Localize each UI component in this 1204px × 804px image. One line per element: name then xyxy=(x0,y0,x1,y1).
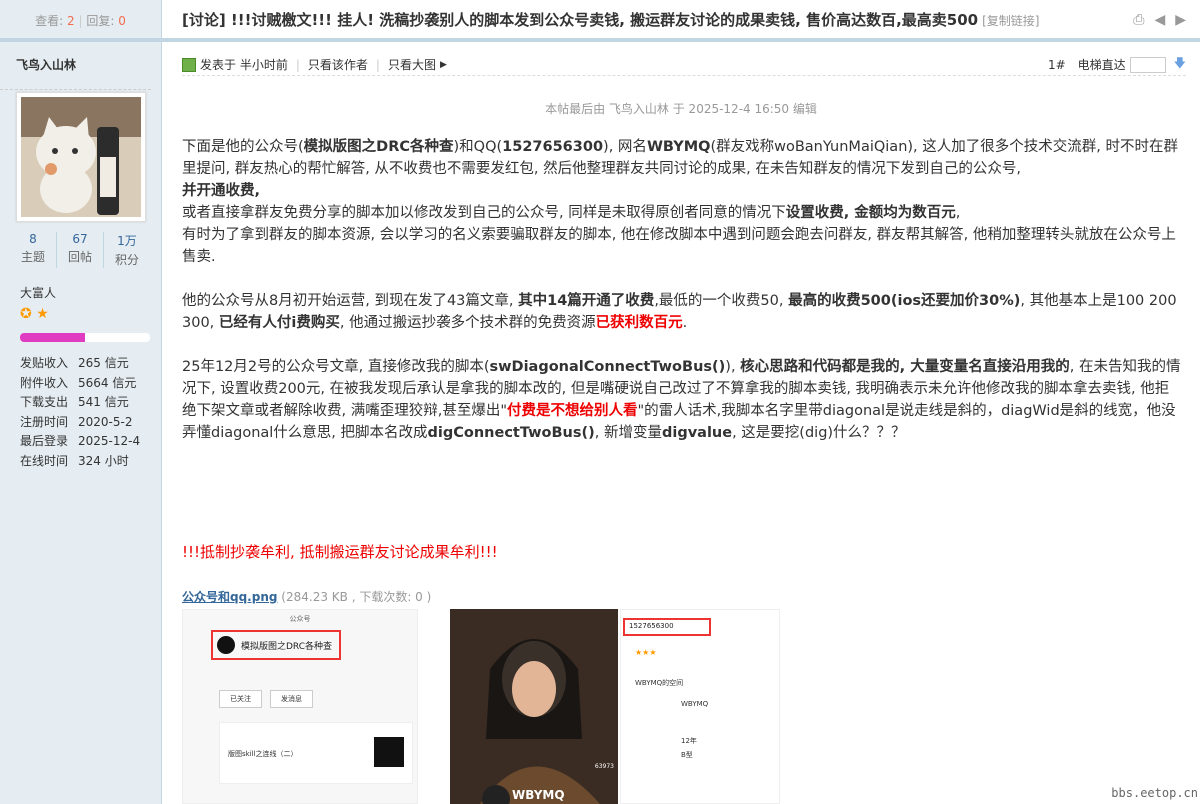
caret-right-icon: ▶ xyxy=(439,59,447,70)
next-thread-icon[interactable]: ▶ xyxy=(1175,12,1186,28)
article-title: 版图skill之连线（二） xyxy=(228,750,298,758)
copy-link[interactable]: [复制链接] xyxy=(982,14,1039,28)
paragraph-5: 25年12月2号的公众号文章, 直接修改我的脚本(swDiagonalConne… xyxy=(182,359,1181,441)
paragraph-3: 有时为了拿到群友的脚本资源, 会以学习的名义索要骗取群友的脚本, 他在修改脚本中… xyxy=(182,227,1176,265)
avatar[interactable] xyxy=(16,92,146,222)
rank-stars: ✪ ★ xyxy=(20,306,49,322)
paragraph-4: 他的公众号从8月初开始运营, 到现在发了43篇文章, 其中14篇开通了收费,最低… xyxy=(182,293,1177,331)
qq-space: WBYMQ的空间 xyxy=(635,679,684,687)
floor-jump-input[interactable] xyxy=(1129,56,1166,73)
profile-photo-pane: WBYMQ 63973 xyxy=(450,609,618,804)
wechat-account-pane: 公众号 模拟版图之DRC各种查 已关注 发消息 版图skill之连线（二） xyxy=(182,609,418,804)
attached-screenshot[interactable]: 公众号 模拟版图之DRC各种查 已关注 发消息 版图skill之连线（二） WB… xyxy=(182,609,782,804)
message-button: 发消息 xyxy=(270,690,313,708)
info-row: 下载支出 541 信元 xyxy=(20,393,140,413)
qq-blood: B型 xyxy=(681,751,693,759)
qq-profile-pane: 1527656300 ★★★ WBYMQ的空间 WBYMQ 12年 B型 xyxy=(620,609,780,804)
level-progress-fill xyxy=(20,333,85,342)
post-time: 发表于 半小时前 xyxy=(200,58,288,72)
info-key: 附件收入 xyxy=(20,375,69,390)
jump-arrow-icon[interactable]: 🡇 xyxy=(1174,54,1186,75)
profile-likes: 63973 xyxy=(594,763,614,770)
online-user-icon xyxy=(182,57,196,72)
info-row: 附件收入 5664 信元 xyxy=(20,374,140,394)
info-value: 324 小时 xyxy=(78,453,129,468)
prev-thread-icon[interactable]: ◀ xyxy=(1154,12,1165,28)
account-actions: 已关注 发消息 xyxy=(219,690,313,708)
info-value: 541 信元 xyxy=(78,395,129,409)
info-key: 注册时间 xyxy=(20,414,69,429)
account-name: 模拟版图之DRC各种查 xyxy=(241,641,333,652)
author-info: 发贴收入 265 信元 附件收入 5664 信元 下载支出 541 信元 注册时间 2020-… xyxy=(20,354,140,471)
author-name[interactable]: 飞鸟入山林 xyxy=(0,42,151,90)
attachment-link[interactable]: 公众号和qq.png xyxy=(182,590,277,604)
thread-stats: 查看: 2 | 回复: 0 xyxy=(0,0,161,42)
watermark: bbs.eetop.cn xyxy=(1111,786,1198,800)
qq-age: 12年 xyxy=(681,737,697,745)
info-key: 在线时间 xyxy=(20,453,69,468)
profile-nick: WBYMQ xyxy=(512,788,565,802)
info-row: 注册时间 2020-5-2 xyxy=(20,413,140,433)
post-content: 下面是他的公众号(模拟版图之DRC各种查)和QQ(1527656300), 网名… xyxy=(182,136,1182,444)
article-thumb xyxy=(374,737,404,767)
stat-topics[interactable]: 8 主题 xyxy=(10,232,57,268)
info-key: 最后登录 xyxy=(20,434,69,448)
replies-count: 0 xyxy=(118,14,126,28)
page: 查看: 2 | 回复: 0 飞鸟入山林 8 主题 67 回帖 1万 积分 大富人… xyxy=(0,0,1204,804)
author-sidebar: 查看: 2 | 回复: 0 飞鸟入山林 8 主题 67 回帖 1万 积分 大富人… xyxy=(0,0,162,804)
follow-button: 已关注 xyxy=(219,690,262,708)
user-group: 大富人 xyxy=(20,286,57,300)
author-stats: 8 主题 67 回帖 1万 积分 xyxy=(10,232,150,268)
account-avatar xyxy=(217,636,235,654)
only-big-image-link[interactable]: 只看大图 xyxy=(388,56,436,73)
post-main: [讨论] !!!讨贼檄文!!! 挂人! 洗稿抄袭别人的脚本发到公众号卖钱, 搬运… xyxy=(162,0,1200,804)
qq-nick: WBYMQ xyxy=(681,700,709,708)
info-row: 在线时间 324 小时 xyxy=(20,452,140,472)
jump-label: 电梯直达 xyxy=(1077,58,1126,72)
account-highlight: 模拟版图之DRC各种查 xyxy=(211,630,341,660)
info-value: 2020-5-2 xyxy=(78,414,133,429)
qq-number: 1527656300 xyxy=(623,618,711,636)
level-progress-bar xyxy=(20,333,150,342)
info-value: 2025-12-4 xyxy=(78,434,141,448)
info-key: 发贴收入 xyxy=(20,356,69,370)
replies-label: 回复: xyxy=(86,14,115,28)
meta-separator: | xyxy=(295,57,300,72)
info-row: 最后登录 2025-12-4 xyxy=(20,432,140,452)
attachment: 公众号和qq.png (284.23 KB , 下载次数: 0 ) xyxy=(182,588,431,605)
stat-credits[interactable]: 1万 积分 xyxy=(104,232,150,268)
avatar-image xyxy=(21,97,141,217)
paragraph-2: 或者直接拿群友免费分享的脚本加以修改发到自己的公众号, 同样是未取得原创者同意的… xyxy=(182,205,961,221)
print-icon[interactable]: ⎙ xyxy=(1133,12,1144,28)
attachment-size: (284.23 KB , 下载次数: 0 ) xyxy=(281,590,432,604)
info-value: 5664 信元 xyxy=(78,375,137,390)
pane-title: 公众号 xyxy=(289,615,311,623)
star-icon: ★ xyxy=(36,306,49,322)
meta-separator: | xyxy=(375,57,380,72)
title-tools: ⎙ ◀ ▶ xyxy=(1133,12,1186,28)
article-card: 版图skill之连线（二） xyxy=(219,722,413,784)
only-author-link[interactable]: 只看该作者 xyxy=(308,56,368,73)
sun-icon: ✪ xyxy=(20,306,32,322)
info-value: 265 信元 xyxy=(78,356,129,370)
info-row: 发贴收入 265 信元 xyxy=(20,354,140,374)
views-label: 查看: xyxy=(35,14,64,28)
qq-stars: ★★★ xyxy=(635,648,657,657)
slogan: !!!抵制抄袭牟利, 抵制搬运群友讨论成果牟利!!! xyxy=(182,543,498,561)
floor-jump: 1# 电梯直达 🡇 xyxy=(1048,54,1186,75)
stat-posts[interactable]: 67 回帖 xyxy=(57,232,104,268)
views-count: 2 xyxy=(67,14,75,28)
post-meta: 发表于 半小时前 | 只看该作者 | 只看大图 ▶ 1# 电梯直达 🡇 xyxy=(182,54,1186,76)
thread-title-bar: [讨论] !!!讨贼檄文!!! 挂人! 洗稿抄袭别人的脚本发到公众号卖钱, 搬运… xyxy=(162,0,1200,42)
thread-title: [讨论] !!!讨贼檄文!!! 挂人! 洗稿抄袭别人的脚本发到公众号卖钱, 搬运… xyxy=(182,10,1040,29)
paragraph-1: 下面是他的公众号(模拟版图之DRC各种查)和QQ(1527656300), 网名… xyxy=(182,139,1178,199)
floor-number: 1# xyxy=(1047,57,1066,72)
edit-notice: 本帖最后由 飞鸟入山林 于 2025-12-4 16:50 编辑 xyxy=(545,102,817,116)
info-key: 下载支出 xyxy=(20,395,69,409)
